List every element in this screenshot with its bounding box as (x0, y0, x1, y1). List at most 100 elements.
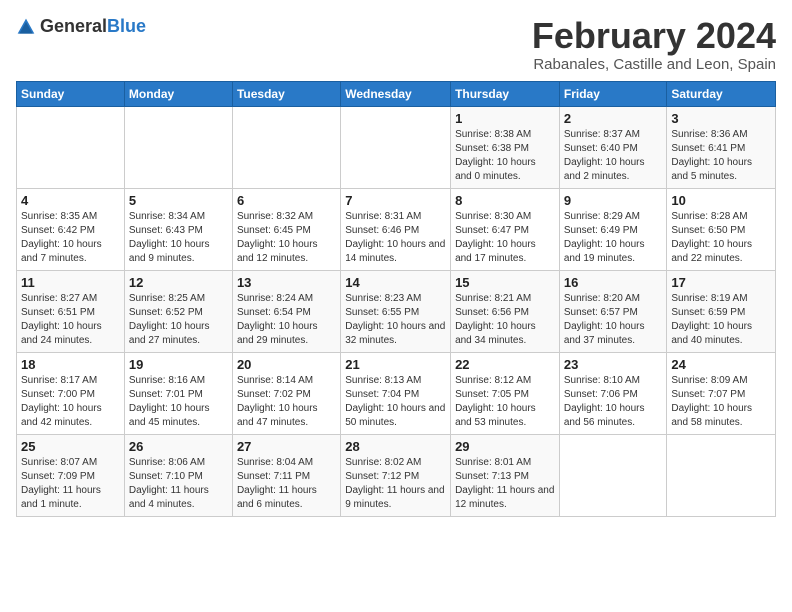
calendar-cell: 1 Sunrise: 8:38 AMSunset: 6:38 PMDaylight… (451, 106, 560, 188)
day-info: Sunrise: 8:24 AMSunset: 6:54 PMDaylight:… (237, 292, 336, 348)
calendar-cell (124, 106, 232, 188)
day-info: Sunrise: 8:35 AMSunset: 6:42 PMDaylight:… (21, 210, 120, 266)
calendar-cell: 25 Sunrise: 8:07 AMSunset: 7:09 PMDayligh… (17, 434, 125, 516)
day-number: 12 (129, 275, 228, 290)
calendar-week-row: 1 Sunrise: 8:38 AMSunset: 6:38 PMDaylight… (17, 106, 776, 188)
day-number: 1 (455, 111, 555, 126)
day-number: 11 (21, 275, 120, 290)
calendar-cell: 6Sunrise: 8:32 AMSunset: 6:45 PMDaylight… (232, 188, 340, 270)
calendar-cell: 2Sunrise: 8:37 AMSunset: 6:40 PMDaylight… (559, 106, 667, 188)
day-number: 22 (455, 357, 555, 372)
day-info: Sunrise: 8:37 AMSunset: 6:40 PMDaylight:… (564, 128, 663, 184)
calendar-cell: 11 Sunrise: 8:27 AMSunset: 6:51 PMDayligh… (17, 270, 125, 352)
calendar-cell: 21 Sunrise: 8:13 AMSunset: 7:04 PMDayligh… (341, 352, 451, 434)
calendar-cell: 7Sunrise: 8:31 AMSunset: 6:46 PMDaylight… (341, 188, 451, 270)
day-number: 9 (564, 193, 663, 208)
calendar-cell: 10 Sunrise: 8:28 AMSunset: 6:50 PMDayligh… (667, 188, 776, 270)
day-info: Sunrise: 8:31 AMSunset: 6:46 PMDaylight:… (345, 210, 446, 266)
day-info: Sunrise: 8:14 AMSunset: 7:02 PMDaylight:… (237, 374, 336, 430)
day-number: 29 (455, 439, 555, 454)
day-info: Sunrise: 8:10 AMSunset: 7:06 PMDaylight:… (564, 374, 663, 430)
calendar-cell (667, 434, 776, 516)
day-info: Sunrise: 8:32 AMSunset: 6:45 PMDaylight:… (237, 210, 336, 266)
day-info: Sunrise: 8:23 AMSunset: 6:55 PMDaylight:… (345, 292, 446, 348)
logo-general: General (40, 16, 107, 36)
calendar-cell: 26 Sunrise: 8:06 AMSunset: 7:10 PMDayligh… (124, 434, 232, 516)
calendar-cell: 14 Sunrise: 8:23 AMSunset: 6:55 PMDayligh… (341, 270, 451, 352)
calendar-week-row: 11 Sunrise: 8:27 AMSunset: 6:51 PMDayligh… (17, 270, 776, 352)
day-info: Sunrise: 8:30 AMSunset: 6:47 PMDaylight:… (455, 210, 555, 266)
day-number: 27 (237, 439, 336, 454)
calendar-cell: 4 Sunrise: 8:35 AMSunset: 6:42 PMDaylight… (17, 188, 125, 270)
calendar-cell: 19 Sunrise: 8:16 AMSunset: 7:01 PMDayligh… (124, 352, 232, 434)
day-number: 8 (455, 193, 555, 208)
day-info: Sunrise: 8:02 AMSunset: 7:12 PMDaylight:… (345, 456, 446, 512)
day-number: 13 (237, 275, 336, 290)
day-number: 24 (671, 357, 771, 372)
day-number: 25 (21, 439, 120, 454)
calendar-cell (559, 434, 667, 516)
calendar-cell: 28 Sunrise: 8:02 AMSunset: 7:12 PMDayligh… (341, 434, 451, 516)
calendar-cell (232, 106, 340, 188)
calendar-header-row: SundayMondayTuesdayWednesdayThursdayFrid… (17, 81, 776, 106)
calendar-week-row: 4 Sunrise: 8:35 AMSunset: 6:42 PMDaylight… (17, 188, 776, 270)
calendar-cell (17, 106, 125, 188)
calendar-cell (341, 106, 451, 188)
day-info: Sunrise: 8:04 AMSunset: 7:11 PMDaylight:… (237, 456, 336, 512)
day-number: 17 (671, 275, 771, 290)
logo-text: GeneralBlue (40, 16, 146, 37)
day-of-week-tuesday: Tuesday (232, 81, 340, 106)
day-info: Sunrise: 8:19 AMSunset: 6:59 PMDaylight:… (671, 292, 771, 348)
day-number: 18 (21, 357, 120, 372)
calendar-cell: 20 Sunrise: 8:14 AMSunset: 7:02 PMDayligh… (232, 352, 340, 434)
day-number: 14 (345, 275, 446, 290)
calendar-cell: 22 Sunrise: 8:12 AMSunset: 7:05 PMDayligh… (451, 352, 560, 434)
calendar-cell: 12 Sunrise: 8:25 AMSunset: 6:52 PMDayligh… (124, 270, 232, 352)
day-of-week-friday: Friday (559, 81, 667, 106)
day-info: Sunrise: 8:13 AMSunset: 7:04 PMDaylight:… (345, 374, 446, 430)
calendar-cell: 24 Sunrise: 8:09 AMSunset: 7:07 PMDayligh… (667, 352, 776, 434)
day-number: 5 (129, 193, 228, 208)
title-area: February 2024 Rabanales, Castille and Le… (532, 16, 776, 73)
logo: GeneralBlue (16, 16, 146, 37)
day-number: 16 (564, 275, 663, 290)
day-info: Sunrise: 8:17 AMSunset: 7:00 PMDaylight:… (21, 374, 120, 430)
day-number: 26 (129, 439, 228, 454)
day-number: 20 (237, 357, 336, 372)
location-title: Rabanales, Castille and Leon, Spain (532, 56, 776, 73)
calendar-table: SundayMondayTuesdayWednesdayThursdayFrid… (16, 81, 776, 517)
day-of-week-thursday: Thursday (451, 81, 560, 106)
calendar-cell: 8 Sunrise: 8:30 AMSunset: 6:47 PMDaylight… (451, 188, 560, 270)
calendar-cell: 3 Sunrise: 8:36 AMSunset: 6:41 PMDaylight… (667, 106, 776, 188)
day-info: Sunrise: 8:09 AMSunset: 7:07 PMDaylight:… (671, 374, 771, 430)
day-of-week-sunday: Sunday (17, 81, 125, 106)
calendar-cell: 17 Sunrise: 8:19 AMSunset: 6:59 PMDayligh… (667, 270, 776, 352)
day-info: Sunrise: 8:29 AMSunset: 6:49 PMDaylight:… (564, 210, 663, 266)
day-number: 21 (345, 357, 446, 372)
calendar-cell: 15Sunrise: 8:21 AMSunset: 6:56 PMDayligh… (451, 270, 560, 352)
calendar-week-row: 18 Sunrise: 8:17 AMSunset: 7:00 PMDayligh… (17, 352, 776, 434)
day-info: Sunrise: 8:36 AMSunset: 6:41 PMDaylight:… (671, 128, 771, 184)
day-number: 28 (345, 439, 446, 454)
day-info: Sunrise: 8:38 AMSunset: 6:38 PMDaylight:… (455, 128, 555, 184)
page-header: GeneralBlue February 2024 Rabanales, Cas… (16, 16, 776, 73)
day-number: 4 (21, 193, 120, 208)
day-info: Sunrise: 8:28 AMSunset: 6:50 PMDaylight:… (671, 210, 771, 266)
day-number: 19 (129, 357, 228, 372)
day-info: Sunrise: 8:07 AMSunset: 7:09 PMDaylight:… (21, 456, 120, 512)
day-info: Sunrise: 8:06 AMSunset: 7:10 PMDaylight:… (129, 456, 228, 512)
calendar-week-row: 25 Sunrise: 8:07 AMSunset: 7:09 PMDayligh… (17, 434, 776, 516)
day-info: Sunrise: 8:21 AMSunset: 6:56 PMDaylight:… (455, 292, 555, 348)
calendar-cell: 9 Sunrise: 8:29 AMSunset: 6:49 PMDaylight… (559, 188, 667, 270)
calendar-cell: 5Sunrise: 8:34 AMSunset: 6:43 PMDaylight… (124, 188, 232, 270)
day-number: 3 (671, 111, 771, 126)
day-info: Sunrise: 8:20 AMSunset: 6:57 PMDaylight:… (564, 292, 663, 348)
day-info: Sunrise: 8:25 AMSunset: 6:52 PMDaylight:… (129, 292, 228, 348)
day-info: Sunrise: 8:12 AMSunset: 7:05 PMDaylight:… (455, 374, 555, 430)
day-info: Sunrise: 8:16 AMSunset: 7:01 PMDaylight:… (129, 374, 228, 430)
calendar-cell: 13 Sunrise: 8:24 AMSunset: 6:54 PMDayligh… (232, 270, 340, 352)
day-info: Sunrise: 8:01 AMSunset: 7:13 PMDaylight:… (455, 456, 555, 512)
day-info: Sunrise: 8:27 AMSunset: 6:51 PMDaylight:… (21, 292, 120, 348)
day-of-week-monday: Monday (124, 81, 232, 106)
day-number: 10 (671, 193, 771, 208)
